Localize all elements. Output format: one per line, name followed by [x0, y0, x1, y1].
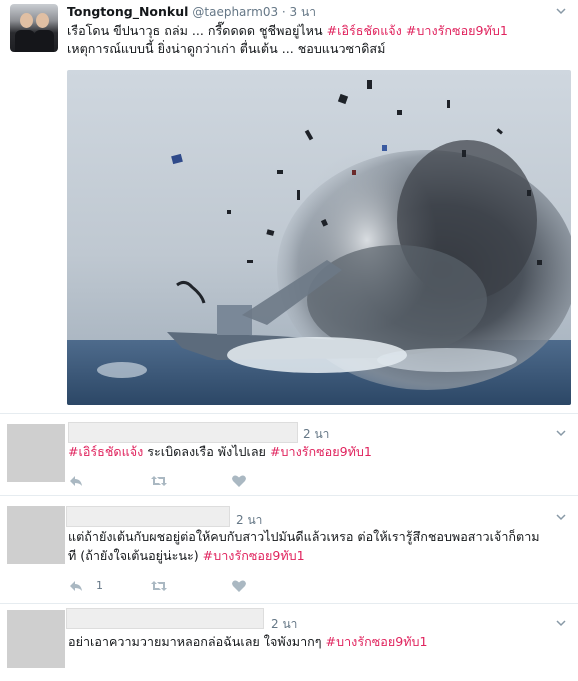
hashtag-link[interactable]: #บางรักซอย9ทับ1 — [326, 634, 428, 649]
hashtag-link[interactable]: #บางรักซอย9ทับ1 — [270, 444, 372, 459]
avatar[interactable] — [7, 610, 65, 668]
retweet-icon[interactable] — [150, 473, 167, 489]
reply-icon[interactable] — [68, 578, 84, 594]
reply-text: ที (ถ้ายังใจเต้นอยู่น่ะนะ) #บางรักซอย9ทั… — [68, 547, 305, 564]
reply-text-body: ระเบิดลงเรือ พังไปเลย — [143, 444, 270, 459]
redacted-username — [68, 422, 298, 443]
reply-text: แต่ถ้ายังเต้นกับผชอยู่ต่อให้คบกับสาวไปมั… — [68, 528, 540, 545]
avatar-face — [20, 13, 33, 28]
reply-text-body: อย่าเอาความวายมาหลอกล่อฉันเลย ใจพังมากๆ — [68, 634, 326, 649]
tweet-text-line1: เรือโดน ขีปนาวุธ ถล่ม ... กรี๊ดดดด ชูชีพ… — [67, 22, 508, 39]
avatar[interactable] — [7, 506, 65, 564]
reply-text: #เอิร์ธชัดแจ้ง ระเบิดลงเรือ พังไปเลย #บา… — [68, 443, 372, 460]
reply-text: อย่าเอาความวายมาหลอกล่อฉันเลย ใจพังมากๆ … — [68, 633, 428, 650]
hashtag-link[interactable]: #บางรักซอย9ทับ1 — [406, 23, 508, 38]
tweet-text: เรือโดน ขีปนาวุธ ถล่ม ... กรี๊ดดดด ชูชีพ… — [67, 23, 327, 38]
tweet-photo[interactable] — [67, 70, 571, 405]
reply-timestamp[interactable]: 2 นา — [303, 425, 329, 444]
reply-icon[interactable] — [68, 473, 84, 489]
reply-text-body: แต่ถ้ายังเต้นกับผชอยู่ต่อให้คบกับสาวไปมั… — [68, 529, 540, 544]
hashtag-link[interactable]: #บางรักซอย9ทับ1 — [203, 548, 305, 563]
like-icon[interactable] — [231, 473, 247, 489]
avatar-body — [15, 30, 35, 52]
reply-tweet: 2 นา อย่าเอาความวายมาหลอกล่อฉันเลย ใจพัง… — [0, 604, 578, 681]
hashtag-link[interactable]: #เอิร์ธชัดแจ้ง — [68, 444, 143, 459]
retweet-icon[interactable] — [150, 578, 167, 594]
explosion-image — [67, 80, 571, 405]
chevron-down-icon[interactable] — [556, 618, 566, 628]
like-icon[interactable] — [231, 578, 247, 594]
reply-tweet: 2 นา แต่ถ้ายังเต้นกับผชอยู่ต่อให้คบกับสา… — [0, 496, 578, 602]
avatar-face — [36, 13, 49, 28]
redacted-username — [66, 506, 230, 527]
redacted-username — [66, 608, 264, 629]
hashtag-link[interactable]: #เอิร์ธชัดแจ้ง — [327, 23, 402, 38]
chevron-down-icon[interactable] — [556, 6, 566, 16]
tweet-timestamp[interactable]: 3 นา — [290, 5, 316, 19]
reply-timestamp[interactable]: 2 นา — [271, 615, 297, 634]
main-tweet: Tongtong_Nonkul @taepharm03 · 3 นา เรือโ… — [0, 0, 578, 412]
tweet-header: Tongtong_Nonkul @taepharm03 · 3 นา — [67, 3, 316, 22]
reply-tweet: 2 นา #เอิร์ธชัดแจ้ง ระเบิดลงเรือ พังไปเล… — [0, 414, 578, 494]
author-avatar[interactable] — [10, 4, 58, 52]
author-display-name[interactable]: Tongtong_Nonkul — [67, 4, 188, 19]
chevron-down-icon[interactable] — [556, 512, 566, 522]
time-separator: · — [278, 5, 290, 19]
reply-text-body: ที (ถ้ายังใจเต้นอยู่น่ะนะ) — [68, 548, 203, 563]
avatar[interactable] — [7, 424, 65, 482]
reply-count: 1 — [96, 579, 103, 592]
author-handle[interactable]: @taepharm03 — [192, 5, 278, 19]
chevron-down-icon[interactable] — [556, 428, 566, 438]
tweet-text-line2: เหตุการณ์แบบนี้ ยิ่งน่าดูกว่าเก่า ตื่นเต… — [67, 40, 385, 57]
tweet-text: เหตุการณ์แบบนี้ ยิ่งน่าดูกว่าเก่า ตื่นเต… — [67, 41, 386, 56]
avatar-body — [34, 30, 54, 52]
